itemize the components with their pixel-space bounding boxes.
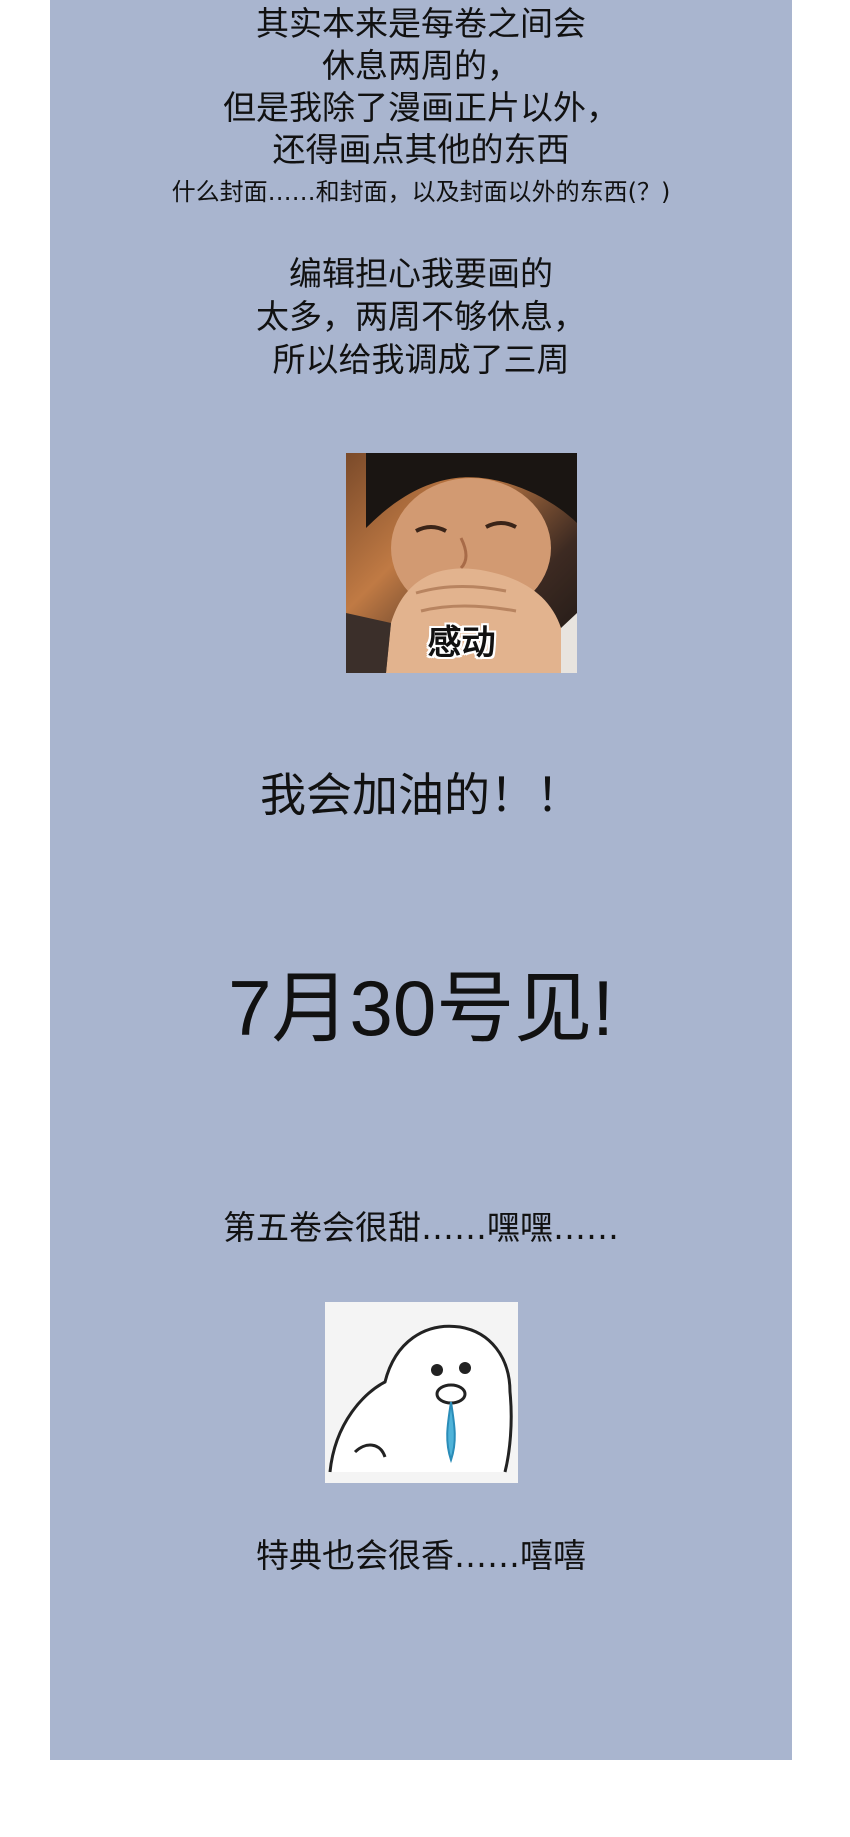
see-you-date: 7月30号见! — [228, 964, 614, 1052]
editor-line-1: 编辑担心我要画的 — [289, 254, 553, 293]
intro-line-1: 其实本来是每卷之间会 — [256, 4, 586, 43]
intro-line-3: 但是我除了漫画正片以外， — [223, 88, 619, 127]
drooling-seal-illustration — [328, 1324, 513, 1473]
intro-small-line: 什么封面……和封面，以及封面以外的东西(？) — [171, 178, 671, 206]
intro-line-2: 休息两周的， — [322, 46, 520, 85]
intro-line-4: 还得画点其他的东西 — [272, 130, 570, 169]
cheer-text: 我会加油的！！ — [260, 768, 582, 822]
editor-line-2: 太多，两周不够休息， — [256, 297, 586, 336]
touched-meme-image: 感动 — [346, 453, 577, 673]
touched-caption: 感动 — [427, 623, 496, 663]
bonus-text: 特典也会很香……嘻嘻 — [256, 1536, 586, 1575]
volume5-text: 第五卷会很甜……嘿嘿…… — [223, 1208, 619, 1247]
content-panel: 其实本来是每卷之间会 休息两周的， 但是我除了漫画正片以外， 还得画点其他的东西… — [50, 0, 792, 1760]
drooling-seal-meme-image — [325, 1302, 518, 1483]
editor-line-3: 所以给我调成了三周 — [272, 340, 570, 379]
